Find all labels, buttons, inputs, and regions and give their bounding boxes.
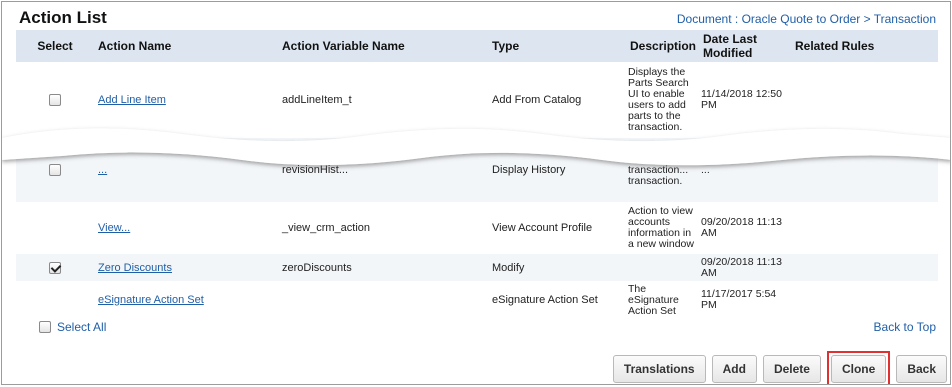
table-header-row: Select Action Name Action Variable Name … [16,30,938,62]
type-cell: Modify [488,254,626,281]
variable-name-cell: zeroDiscounts [278,254,488,281]
description-cell: Action to view accounts information in a… [628,205,694,250]
related-rules-cell [791,138,938,202]
table-row: Add Line Item addLineItem_t Add From Cat… [16,62,938,138]
date-cell: 11/14/2018 12:50 PM [701,88,782,111]
variable-name-cell: addLineItem_t [282,94,352,106]
action-name-link[interactable]: Zero Discounts [98,262,172,274]
page-title: Action List [19,8,107,27]
delete-button[interactable]: Delete [762,355,821,383]
column-header-type[interactable]: Type [488,30,626,62]
description-cell [626,254,699,281]
action-list-panel: Action List Document : Oracle Quote to O… [1,1,951,385]
breadcrumb-link[interactable]: Document : Oracle Quote to Order > Trans… [677,12,936,26]
type-cell: Display History [488,138,626,202]
related-rules-cell [791,62,938,138]
date-cell: 09/20/2018 11:13 AM [699,254,791,281]
column-header-variable-name[interactable]: Action Variable Name [278,30,488,62]
column-header-select: Select [16,30,94,62]
action-name-link[interactable]: Add Line Item [98,94,166,106]
related-rules-cell [791,202,938,254]
table-row: View... _view_crm_action View Account Pr… [16,202,938,254]
action-table: Select Action Name Action Variable Name … [16,30,938,319]
select-all-checkbox[interactable] [39,321,51,333]
type-cell: Add From Catalog [492,94,582,106]
action-name-link[interactable]: View... [98,222,130,234]
select-all-label[interactable]: Select All [57,320,106,334]
related-rules-cell [791,254,938,281]
description-cell: Displays the Parts Search UI to enable u… [628,66,689,133]
clone-button[interactable]: Clone [830,355,887,383]
row-checkbox[interactable] [49,94,61,107]
description-cell: Transitions the transaction... transacti… [626,138,699,202]
translations-button[interactable]: Translations [612,355,706,383]
variable-name-cell [278,281,488,319]
type-cell: eSignature Action Set [492,294,598,306]
description-cell: The eSignature Action Set [628,282,679,317]
variable-name-cell: revisionHist... [278,138,488,202]
table-row: Zero Discounts zeroDiscounts Modify 09/2… [16,254,938,281]
clone-highlight-box: Clone [826,351,891,384]
type-cell: View Account Profile [492,222,593,234]
add-button[interactable]: Add [711,355,757,383]
column-header-date-modified[interactable]: Date Last Modified [699,30,791,62]
action-name-link[interactable]: ... [98,164,107,176]
date-cell: 11/17/2017 5:54 PM [701,288,777,311]
action-name-link[interactable]: eSignature Action Set [98,294,204,306]
column-header-action-name[interactable]: Action Name [94,30,278,62]
date-cell: ... [699,138,791,202]
select-all-control[interactable]: Select All [39,320,106,334]
row-checkbox[interactable] [49,164,61,177]
back-button[interactable]: Back [896,355,947,383]
column-header-description: Description [626,30,699,62]
back-to-top-link[interactable]: Back to Top [874,320,936,334]
variable-name-cell: _view_crm_action [282,222,371,234]
action-buttons: Translations Add Delete Clone Back [612,351,947,384]
table-row: eSignature Action Set eSignature Action … [16,281,938,319]
column-header-related-rules: Related Rules [791,30,938,62]
date-cell: 09/20/2018 11:13 AM [701,216,782,239]
related-rules-cell [791,281,938,319]
breadcrumb: Document : Oracle Quote to Order > Trans… [677,12,936,26]
table-row: ... revisionHist... Display History Tran… [16,138,938,202]
row-checkbox[interactable] [49,261,61,274]
